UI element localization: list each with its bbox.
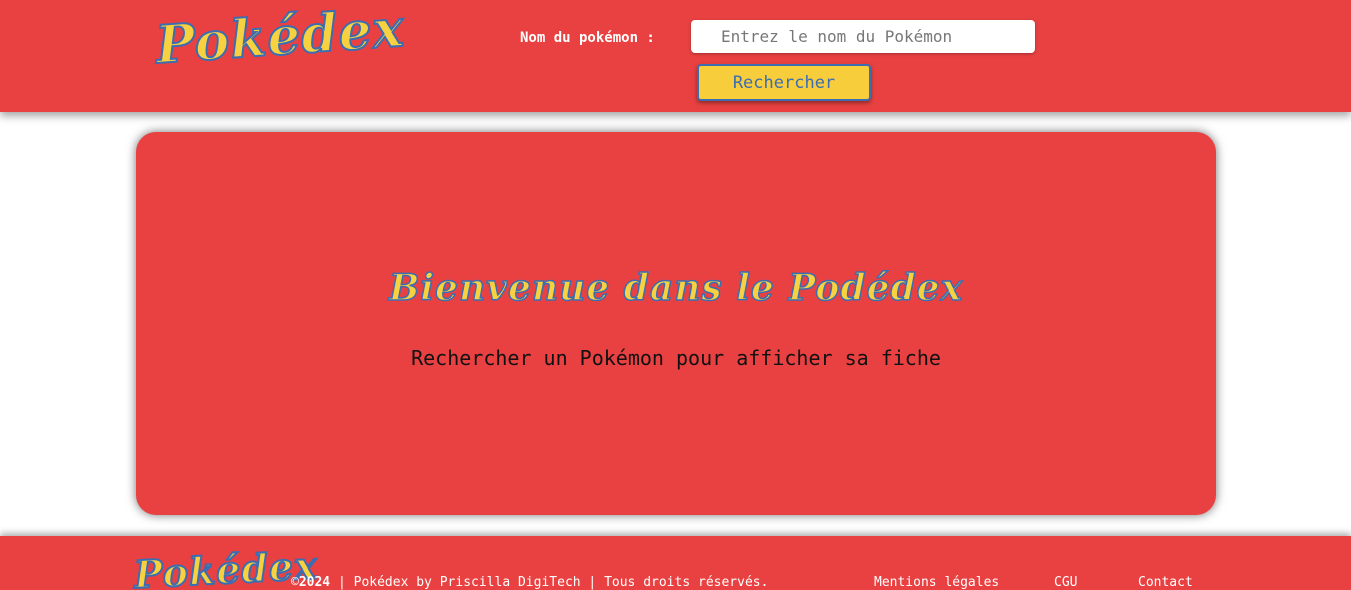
footer-link-cgu[interactable]: CGU (1054, 575, 1077, 590)
footer-link-mentions-legales[interactable]: Mentions légales (874, 575, 999, 590)
copyright-text: ©2024 | Pokédex by Priscilla DigiTech | … (291, 575, 768, 590)
page-footer: Pokédex ©2024 | Pokédex by Priscilla Dig… (0, 536, 1351, 590)
page-header: Pokédex Nom du pokémon : Rechercher (0, 0, 1351, 112)
footer-link-contact[interactable]: Contact (1138, 575, 1193, 590)
copyright-owner: | Pokédex by Priscilla DigiTech | Tous d… (330, 575, 769, 590)
welcome-title: Bienvenue dans le Podédex (388, 267, 964, 309)
welcome-card: Bienvenue dans le Podédex Rechercher un … (136, 132, 1216, 515)
welcome-subtitle: Rechercher un Pokémon pour afficher sa f… (411, 346, 941, 370)
copyright-year: 2024 (298, 575, 331, 590)
copyright-symbol: © (291, 575, 299, 590)
search-label: Nom du pokémon : (520, 30, 655, 46)
search-input[interactable] (691, 20, 1035, 53)
pokedex-logo[interactable]: Pokédex (153, 0, 408, 77)
search-button[interactable]: Rechercher (697, 64, 871, 101)
